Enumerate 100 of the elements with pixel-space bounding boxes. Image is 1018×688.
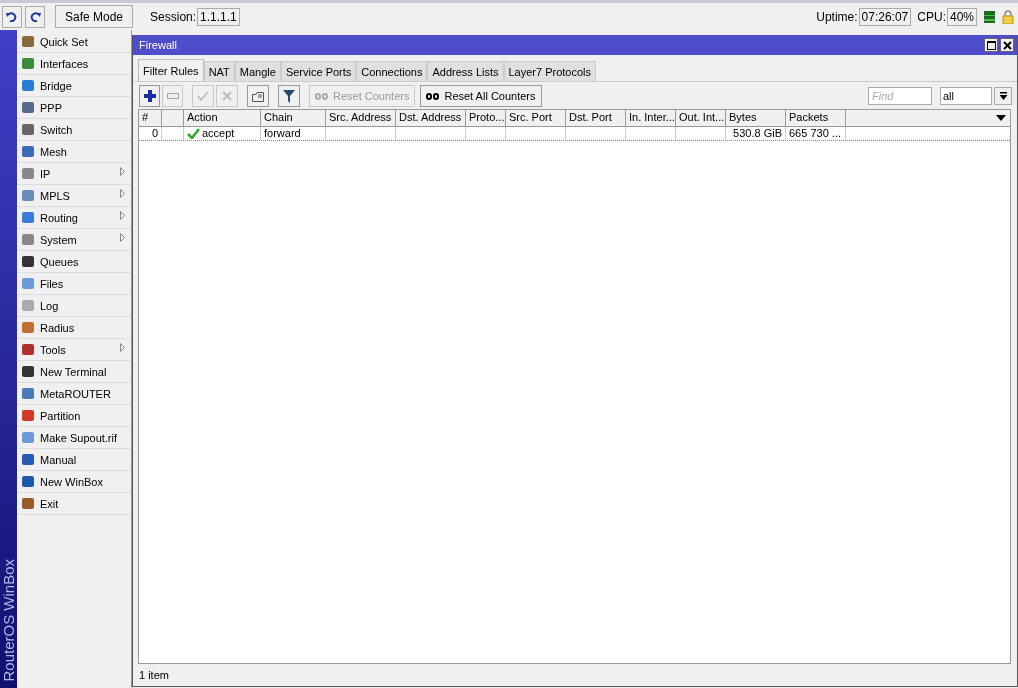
column-header[interactable]: Dst. Port: [566, 110, 626, 126]
tab[interactable]: NAT: [203, 61, 235, 81]
tab[interactable]: Mangle: [234, 61, 281, 81]
column-header[interactable]: Src. Address: [326, 110, 396, 126]
sidebar-item[interactable]: System: [17, 229, 131, 251]
menu-item-icon: [21, 453, 35, 466]
menu-item-icon: [21, 211, 35, 224]
cpu-value: 40%: [946, 7, 977, 26]
redo-button[interactable]: [25, 5, 45, 28]
menu-item-icon: [21, 255, 35, 268]
menu-item-icon: [21, 387, 35, 400]
sidebar-item[interactable]: New Terminal: [17, 361, 131, 383]
menu-item-icon: [21, 101, 35, 114]
find-field[interactable]: Find: [868, 87, 932, 105]
table-cell: accept: [202, 127, 235, 140]
sidebar-item[interactable]: MetaROUTER: [17, 383, 131, 405]
status-text: 1 item: [139, 669, 169, 681]
sidebar-item[interactable]: Mesh: [17, 141, 131, 163]
column-header[interactable]: Chain: [261, 110, 326, 126]
cpu-label: CPU:: [917, 9, 946, 24]
safe-mode-button[interactable]: Safe Mode: [55, 5, 134, 28]
column-menu-icon: [996, 115, 1006, 121]
menu-item-icon: [21, 123, 35, 136]
tab[interactable]: Layer7 Protocols: [503, 61, 597, 81]
counter-icon: [426, 92, 440, 100]
check-icon: [197, 91, 209, 101]
table-cell: 530.8 GiB: [733, 127, 782, 140]
table-cell: 0: [151, 127, 158, 140]
column-header[interactable]: Src. Port: [506, 110, 566, 126]
reset-counters-button[interactable]: Reset All Counters: [420, 85, 542, 107]
minus-icon: [166, 93, 179, 99]
column-header[interactable]: #: [139, 110, 162, 126]
menu-item-icon: [21, 343, 35, 356]
tab[interactable]: Service Ports: [280, 61, 357, 81]
sidebar-item[interactable]: Quick Set: [17, 31, 131, 53]
sidebar-item[interactable]: Make Supout.rif: [17, 427, 131, 449]
table-row[interactable]: 0 accept forward 530.8 GiB 665 730 ...: [139, 127, 1010, 141]
maximize-icon: [986, 40, 996, 50]
maximize-button[interactable]: [984, 38, 998, 52]
sidebar-item[interactable]: Bridge: [17, 75, 131, 97]
brand-text: RouterOS WinBox: [0, 559, 17, 682]
column-header[interactable]: Bytes: [726, 110, 786, 126]
sidebar-item[interactable]: MPLS: [17, 185, 131, 207]
close-icon: [1002, 40, 1012, 50]
cross-icon: [222, 91, 232, 101]
menu-item-icon: [21, 475, 35, 488]
sidebar-item[interactable]: Files: [17, 273, 131, 295]
window-title: Firewall: [139, 39, 178, 51]
column-header[interactable]: Packets: [786, 110, 846, 126]
sidebar-item[interactable]: Switch: [17, 119, 131, 141]
add-button[interactable]: [139, 85, 160, 107]
menu-item-icon: [21, 409, 35, 422]
undo-button[interactable]: [2, 5, 22, 28]
sidebar-item[interactable]: Tools: [17, 339, 131, 361]
menu-item-icon: [21, 365, 35, 378]
tab[interactable]: Connections: [356, 61, 428, 81]
menu-item-icon: [21, 189, 35, 202]
note-icon: [252, 90, 264, 102]
column-header[interactable]: Dst. Address: [396, 110, 466, 126]
menu-item-icon: [21, 145, 35, 158]
sidebar-item[interactable]: Radius: [17, 317, 131, 339]
plus-icon: [143, 90, 156, 102]
menu-item-icon: [21, 57, 35, 70]
uptime-label: Uptime:: [816, 9, 858, 24]
tab[interactable]: Address Lists: [427, 61, 504, 81]
sidebar-item[interactable]: PPP: [17, 97, 131, 119]
comment-button[interactable]: [247, 85, 269, 107]
sidebar-item[interactable]: New WinBox: [17, 471, 131, 493]
menu-item-icon: [21, 277, 35, 290]
dropdown-button[interactable]: [994, 87, 1012, 105]
column-header[interactable]: Action: [184, 110, 261, 126]
session-label: Session:: [150, 9, 197, 24]
sidebar-item[interactable]: Manual: [17, 449, 131, 471]
sidebar-item[interactable]: Interfaces: [17, 53, 131, 75]
sidebar-item[interactable]: IP: [17, 163, 131, 185]
sidebar-item[interactable]: Partition: [17, 405, 131, 427]
menu-item-icon: [21, 299, 35, 312]
table-cell: 665 730 ...: [789, 127, 841, 140]
menu-item-icon: [21, 35, 35, 48]
menu-item-icon: [21, 167, 35, 180]
counter-icon: [315, 92, 328, 100]
sidebar-item[interactable]: Routing: [17, 207, 131, 229]
sidebar-item[interactable]: Queues: [17, 251, 131, 273]
menu-item-icon: [21, 233, 35, 246]
filter-dropdown[interactable]: all: [940, 87, 992, 105]
column-header[interactable]: Proto...: [466, 110, 506, 126]
column-header[interactable]: Out. Int...: [676, 110, 726, 126]
undo-icon: [6, 11, 18, 22]
tab[interactable]: Filter Rules: [138, 59, 204, 81]
sidebar-item[interactable]: Log: [17, 295, 131, 317]
redo-icon: [29, 11, 41, 22]
session-value: 1.1.1.1: [197, 7, 240, 26]
menu-item-icon: [21, 321, 35, 334]
caret-icon: [998, 91, 1008, 101]
close-button[interactable]: [1000, 38, 1014, 52]
check-icon: [187, 128, 200, 139]
filter-button[interactable]: [278, 85, 300, 107]
menu-item-icon: [21, 79, 35, 92]
sidebar-item[interactable]: Exit: [17, 493, 131, 515]
column-header[interactable]: In. Inter...: [626, 110, 676, 126]
